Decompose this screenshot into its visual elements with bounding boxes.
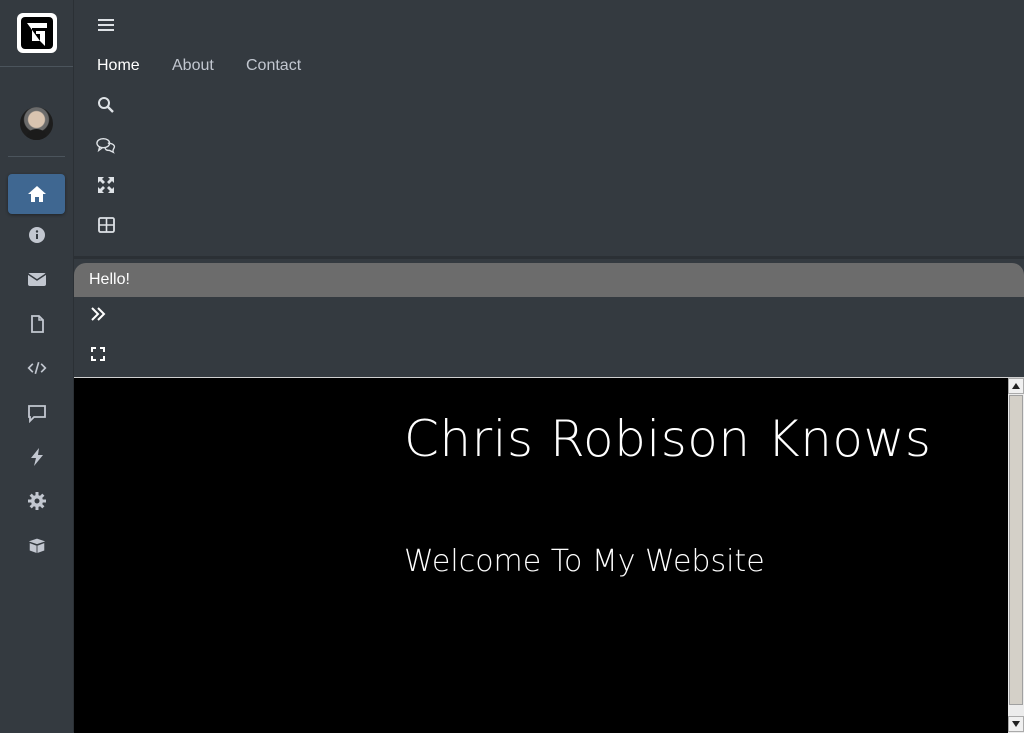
- site-title: Chris Robison Knows: [404, 410, 932, 468]
- bolt-icon: [30, 448, 43, 466]
- sidebar-item-info[interactable]: [8, 215, 65, 255]
- avatar[interactable]: [20, 107, 53, 140]
- triangle-up-icon: [1012, 383, 1020, 389]
- sidebar-item-bolt[interactable]: [8, 437, 65, 477]
- tab-toolbar: [74, 297, 1024, 377]
- box-open-icon: [28, 538, 45, 554]
- comment-icon: [27, 405, 46, 423]
- sidebar-item-code[interactable]: [8, 348, 65, 388]
- fullscreen-icon[interactable]: [88, 344, 108, 364]
- info-icon: [28, 227, 45, 243]
- scroll-down-button[interactable]: [1008, 716, 1024, 732]
- scroll-up-button[interactable]: [1008, 378, 1024, 394]
- site-subtitle: Welcome To My Website: [404, 544, 765, 579]
- scrollbar[interactable]: [1008, 378, 1024, 733]
- code-icon: [26, 361, 47, 375]
- gear-icon: [27, 492, 46, 510]
- home-icon: [27, 186, 46, 202]
- sidebar-divider: [8, 156, 65, 157]
- content-iframe[interactable]: Chris Robison Knows Welcome To My Websit…: [74, 377, 1024, 733]
- expand-arrows-icon[interactable]: [96, 175, 116, 195]
- top-navbar: Home About Contact: [74, 0, 1024, 259]
- logo-icon: [21, 17, 53, 49]
- nav-link-about[interactable]: About: [172, 57, 214, 75]
- double-chevron-right-icon[interactable]: [88, 304, 108, 324]
- search-icon[interactable]: [96, 95, 116, 115]
- sidebar: [0, 0, 74, 732]
- table-icon[interactable]: [96, 215, 116, 235]
- nav-link-contact[interactable]: Contact: [246, 57, 301, 75]
- brand-logo[interactable]: [17, 13, 57, 53]
- sidebar-item-file[interactable]: [8, 304, 65, 344]
- sidebar-item-settings[interactable]: [8, 481, 65, 521]
- sidebar-item-box[interactable]: [8, 525, 65, 565]
- tab-bar: Hello!: [74, 263, 1024, 297]
- hamburger-icon[interactable]: [96, 15, 116, 35]
- comments-icon[interactable]: [96, 135, 116, 155]
- nav-link-home[interactable]: Home: [97, 57, 140, 75]
- tab-hello[interactable]: Hello!: [89, 271, 130, 289]
- scroll-thumb[interactable]: [1009, 395, 1023, 705]
- sidebar-item-chat[interactable]: [8, 393, 65, 433]
- sidebar-item-mail[interactable]: [8, 259, 65, 299]
- triangle-down-icon: [1012, 721, 1020, 727]
- sidebar-divider: [0, 66, 73, 67]
- sidebar-item-home[interactable]: [8, 174, 65, 214]
- envelope-icon: [27, 273, 46, 286]
- file-icon: [30, 315, 44, 333]
